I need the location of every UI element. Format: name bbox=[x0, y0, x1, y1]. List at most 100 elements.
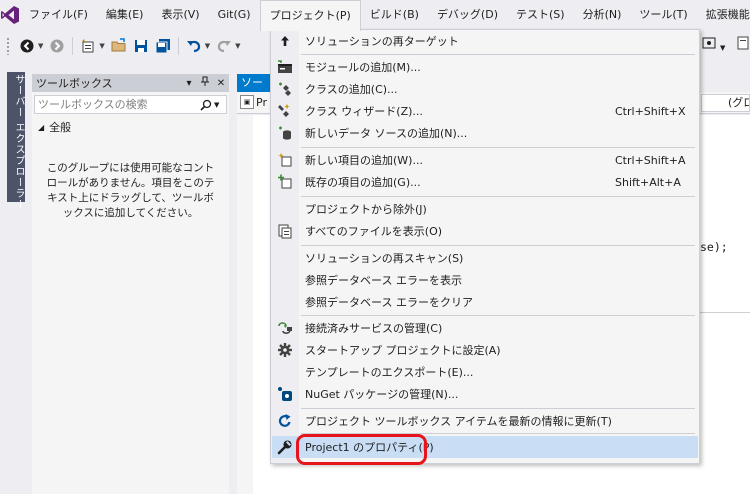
menu-separator bbox=[301, 408, 695, 409]
menu-item-label: ソリューションの再スキャン(S) bbox=[305, 252, 464, 265]
menu-view[interactable]: 表示(V) bbox=[152, 0, 208, 30]
toolbar-grip[interactable] bbox=[6, 37, 10, 55]
new-project-dropdown-icon[interactable]: ▼ bbox=[99, 42, 104, 50]
toolbar-overflow-icon[interactable]: ▼ bbox=[720, 44, 725, 52]
menu-edit[interactable]: 編集(E) bbox=[97, 0, 153, 30]
menu-item-add-new-item[interactable]: 新しい項目の追加(W)... Ctrl+Shift+A bbox=[272, 149, 698, 171]
redo-dropdown-icon[interactable]: ▼ bbox=[235, 42, 240, 50]
menu-item-add-existing-item[interactable]: 既存の項目の追加(G)... Shift+Alt+A bbox=[272, 171, 698, 193]
server-explorer-dock: サーバー エクスプローラー bbox=[0, 62, 32, 494]
open-folder-icon[interactable] bbox=[108, 35, 130, 57]
menu-item-exclude-from-project[interactable]: プロジェクトから除外(J) bbox=[272, 198, 698, 220]
menu-item-label: 接続済みサービスの管理(C) bbox=[305, 322, 443, 335]
menu-project[interactable]: プロジェクト(P) bbox=[259, 0, 361, 31]
close-icon[interactable]: ✕ bbox=[213, 78, 229, 89]
menu-item-label: 新しいデータ ソースの追加(N)... bbox=[305, 127, 468, 140]
menu-item-show-browse-db-errors[interactable]: 参照データベース エラーを表示 bbox=[272, 269, 698, 291]
new-project-icon[interactable] bbox=[77, 35, 99, 57]
code-separator-line bbox=[700, 312, 750, 313]
menu-debug[interactable]: デバッグ(D) bbox=[428, 0, 507, 30]
redo-icon[interactable] bbox=[213, 35, 235, 57]
project-menu-dropdown: ソリューションの再ターゲット モジュールの追加(M)... クラスの追加(C).… bbox=[270, 29, 700, 464]
menu-item-manage-connected-services[interactable]: 接続済みサービスの管理(C) bbox=[272, 317, 698, 339]
menu-item-rescan-solution[interactable]: ソリューションの再スキャン(S) bbox=[272, 247, 698, 269]
menu-item-shortcut: Ctrl+Shift+A bbox=[615, 153, 686, 167]
menu-item-label: プロジェクトから除外(J) bbox=[305, 203, 427, 216]
menu-item-add-class[interactable]: クラスの追加(C)... bbox=[272, 78, 698, 100]
toolbox-title: ツールボックス bbox=[36, 77, 113, 90]
menu-item-label: モジュールの追加(M)... bbox=[305, 61, 421, 74]
connected-services-icon bbox=[272, 317, 298, 339]
menu-analyze[interactable]: 分析(N) bbox=[574, 0, 631, 30]
search-options-dropdown-icon[interactable]: ▼ bbox=[214, 101, 226, 109]
visual-studio-logo-icon[interactable] bbox=[0, 0, 20, 30]
toolbar-extra-icon[interactable] bbox=[737, 36, 749, 53]
menu-test[interactable]: テスト(S) bbox=[507, 0, 574, 30]
save-icon[interactable] bbox=[130, 35, 152, 57]
menu-item-show-all-files[interactable]: すべてのファイルを表示(O) bbox=[272, 220, 698, 242]
toolbox-group-label: 全般 bbox=[49, 121, 72, 134]
menu-build[interactable]: ビルド(B) bbox=[361, 0, 428, 30]
class-wizard-icon bbox=[272, 100, 298, 122]
class-icon bbox=[272, 78, 298, 100]
menu-item-clear-browse-db-errors[interactable]: 参照データベース エラーをクリア bbox=[272, 291, 698, 313]
panel-splitter[interactable] bbox=[229, 74, 235, 494]
menu-item-label: スタートアップ プロジェクトに設定(A) bbox=[305, 344, 501, 357]
collapse-triangle-icon[interactable]: ◢ bbox=[38, 123, 44, 132]
menu-extensions[interactable]: 拡張機能(X) bbox=[697, 0, 750, 30]
menu-item-shortcut: Ctrl+Shift+X bbox=[615, 104, 686, 118]
highlight-callout-ring bbox=[296, 434, 427, 465]
code-text-fragment: se); bbox=[700, 240, 728, 254]
project-dropdown[interactable]: ▣ Pr bbox=[240, 95, 267, 109]
scope-dropdown[interactable]: (グロ bbox=[701, 94, 750, 112]
wrench-icon bbox=[272, 436, 298, 458]
nuget-icon bbox=[272, 383, 298, 405]
editor-document-tab[interactable]: ソース bbox=[237, 74, 273, 92]
menu-tools[interactable]: ツール(T) bbox=[630, 0, 696, 30]
existing-item-icon bbox=[272, 171, 298, 193]
menu-separator bbox=[301, 147, 695, 148]
menu-item-add-module[interactable]: モジュールの追加(M)... bbox=[272, 56, 698, 78]
toolbox-empty-message: このグループには使用可能なコントロールがありません。項目をこのテキスト上にドラッ… bbox=[46, 162, 215, 219]
menu-item-export-template[interactable]: テンプレートのエクスポート(E)... bbox=[272, 361, 698, 383]
menu-item-set-startup-project[interactable]: スタートアップ プロジェクトに設定(A) bbox=[272, 339, 698, 361]
menu-item-label: ソリューションの再ターゲット bbox=[305, 35, 459, 48]
menu-file[interactable]: ファイル(F) bbox=[20, 0, 97, 30]
show-all-files-icon bbox=[272, 220, 298, 242]
search-icon[interactable] bbox=[200, 99, 214, 111]
toolbox-panel: ツールボックス ▾ ✕ ▼ ◢ 全般 このグループには使用可能なコントロールがあ… bbox=[32, 74, 229, 494]
forward-icon[interactable] bbox=[46, 35, 68, 57]
menu-item-label: 参照データベース エラーを表示 bbox=[305, 274, 462, 287]
pin-icon[interactable] bbox=[197, 76, 213, 90]
menu-separator bbox=[301, 245, 695, 246]
toolbox-title-bar[interactable]: ツールボックス ▾ ✕ bbox=[32, 74, 229, 92]
menu-item-shortcut: Shift+Alt+A bbox=[615, 175, 681, 189]
window-position-dropdown-icon[interactable]: ▾ bbox=[181, 78, 197, 89]
back-dropdown-icon[interactable]: ▼ bbox=[38, 42, 43, 50]
menu-item-label: テンプレートのエクスポート(E)... bbox=[305, 366, 474, 379]
undo-icon[interactable] bbox=[183, 35, 205, 57]
menu-item-retarget-solution[interactable]: ソリューションの再ターゲット bbox=[272, 30, 698, 52]
save-all-icon[interactable] bbox=[152, 35, 174, 57]
menu-git[interactable]: Git(G) bbox=[209, 0, 260, 30]
menu-item-label: 新しい項目の追加(W)... bbox=[305, 154, 423, 167]
menu-item-label: クラスの追加(C)... bbox=[305, 83, 398, 96]
menu-separator bbox=[301, 196, 695, 197]
menu-item-label: プロジェクト ツールボックス アイテムを最新の情報に更新(T) bbox=[305, 415, 612, 428]
menu-item-refresh-toolbox-items[interactable]: プロジェクト ツールボックス アイテムを最新の情報に更新(T) bbox=[272, 410, 698, 432]
back-icon[interactable] bbox=[16, 35, 38, 57]
menu-item-manage-nuget[interactable]: NuGet パッケージの管理(N)... bbox=[272, 383, 698, 405]
refresh-icon bbox=[272, 410, 298, 432]
editor-margin bbox=[237, 115, 253, 494]
menu-separator bbox=[301, 315, 695, 316]
menu-item-class-wizard[interactable]: クラス ウィザード(Z)... Ctrl+Shift+X bbox=[272, 100, 698, 122]
toolbox-search-box[interactable]: ▼ bbox=[34, 95, 227, 114]
undo-dropdown-icon[interactable]: ▼ bbox=[205, 42, 210, 50]
menu-item-add-data-source[interactable]: 新しいデータ ソースの追加(N)... bbox=[272, 122, 698, 144]
menu-item-label: 既存の項目の追加(G)... bbox=[305, 176, 421, 189]
toolbox-group-general[interactable]: ◢ 全般 bbox=[32, 117, 229, 137]
server-explorer-tab-label[interactable]: サーバー エクスプローラー bbox=[11, 74, 26, 210]
zoom-icon[interactable] bbox=[702, 36, 716, 53]
project-icon: ▣ bbox=[240, 95, 254, 109]
toolbox-search-input[interactable] bbox=[38, 98, 200, 111]
